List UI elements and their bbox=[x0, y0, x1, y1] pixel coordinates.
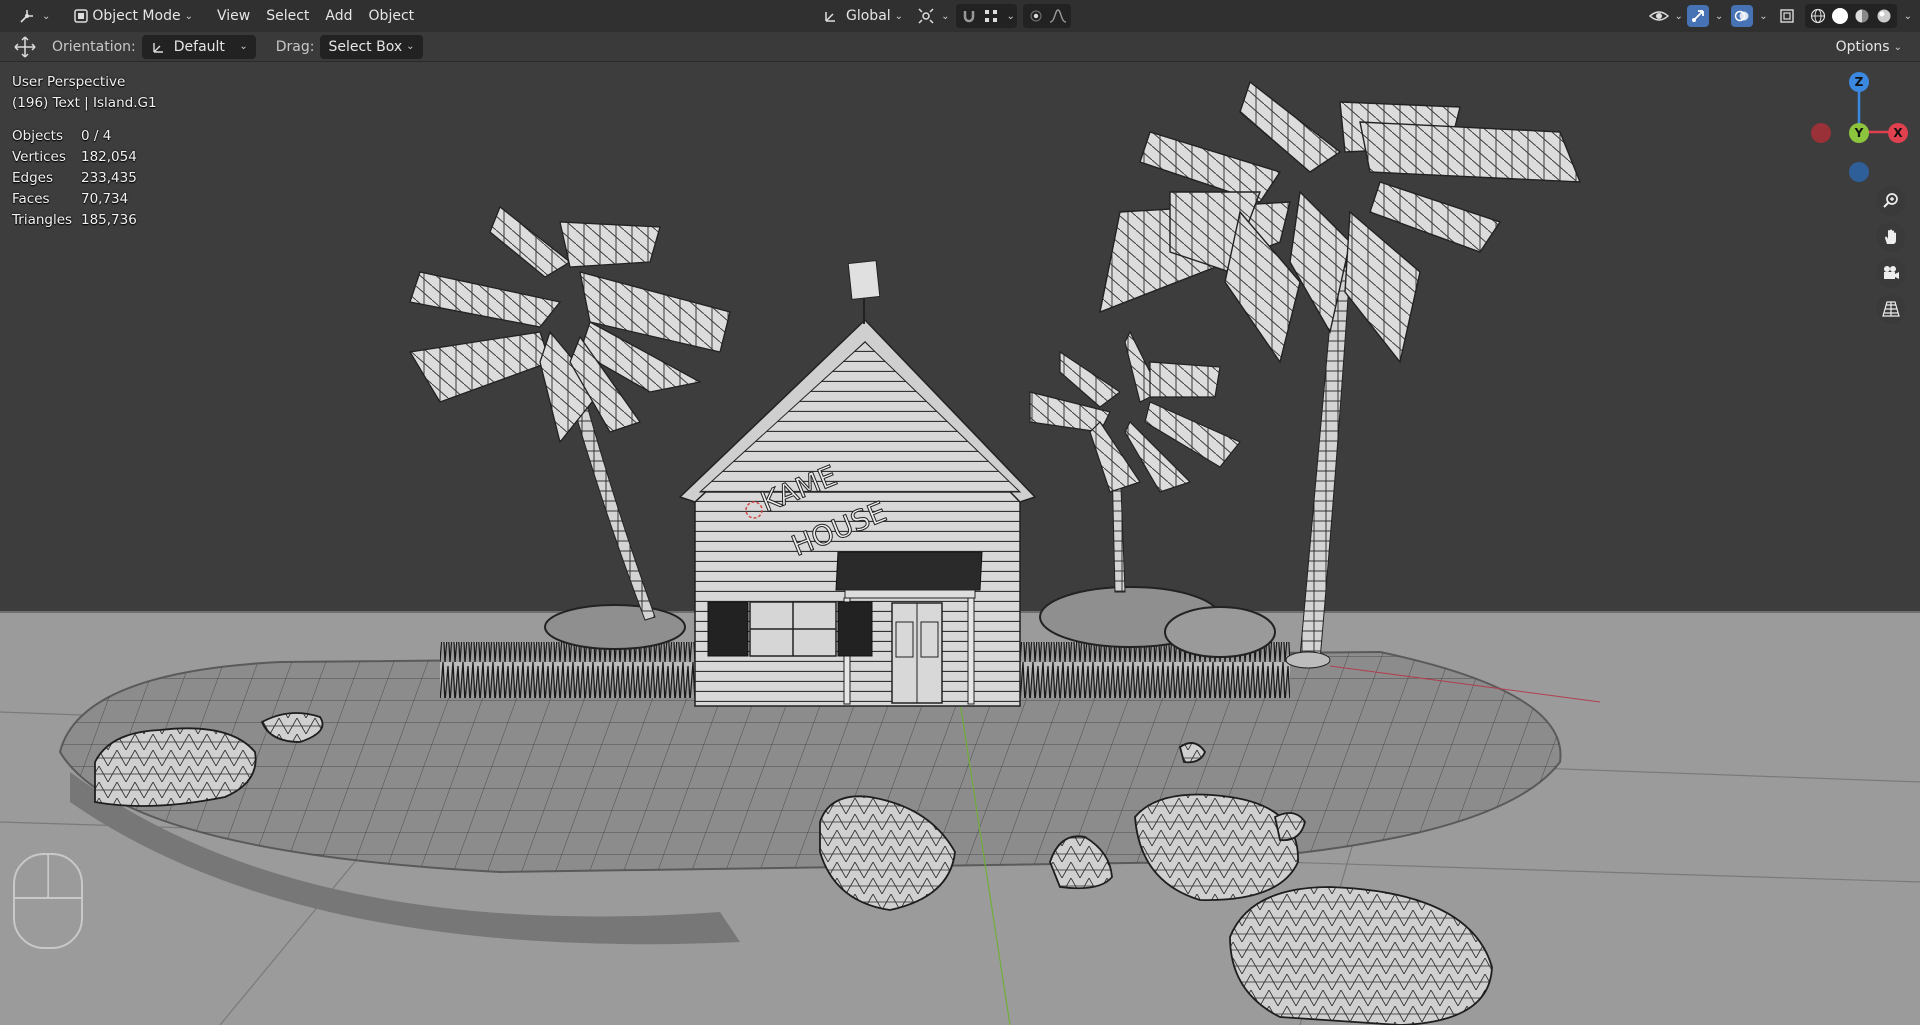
transform-orientation-label: Global bbox=[846, 8, 891, 24]
tool-settings-bar: Orientation: Default ⌄ Drag: Select Box … bbox=[0, 32, 1920, 62]
wireframe-shading-icon[interactable] bbox=[1807, 5, 1829, 27]
stat-key: Edges bbox=[12, 170, 54, 186]
stat-row: Vertices 182,054 bbox=[12, 147, 157, 168]
camera-icon[interactable] bbox=[1876, 258, 1906, 288]
blender-3d-viewport-window: ⌄ Object Mode ⌄ View Select Add Object G… bbox=[0, 0, 1920, 1025]
gizmo-neg-x-axis[interactable] bbox=[1811, 123, 1831, 143]
orientation-value: Default bbox=[173, 38, 225, 55]
chevron-down-icon[interactable]: ⌄ bbox=[1715, 11, 1723, 22]
chevron-down-icon[interactable]: ⌄ bbox=[1006, 11, 1014, 22]
grid-snap-icon[interactable] bbox=[980, 5, 1002, 27]
material-shading-icon[interactable] bbox=[1851, 5, 1873, 27]
options-dropdown[interactable]: Options ⌄ bbox=[1828, 35, 1910, 59]
chevron-down-icon[interactable]: ⌄ bbox=[1904, 11, 1912, 22]
drag-value: Select Box bbox=[328, 38, 403, 55]
overlays-icon[interactable] bbox=[1731, 5, 1754, 27]
chevron-down-icon: ⌄ bbox=[1674, 10, 1683, 22]
rendered-shading-icon[interactable] bbox=[1873, 5, 1895, 27]
snap-group: ⌄ bbox=[956, 4, 1017, 28]
options-label: Options bbox=[1835, 39, 1890, 55]
transform-orientation-icon bbox=[150, 36, 168, 58]
gizmo-z-axis[interactable]: Z bbox=[1849, 72, 1869, 92]
chevron-down-icon: ⌄ bbox=[941, 10, 950, 22]
move-tool-icon bbox=[14, 35, 36, 58]
stat-key: Objects bbox=[12, 128, 64, 144]
3d-viewport[interactable]: KAME HOUSE User Perspective (196) Text |… bbox=[0, 62, 1920, 1025]
stat-row: Faces 70,734 bbox=[12, 189, 157, 210]
orientation-dropdown[interactable]: Default ⌄ bbox=[141, 34, 256, 59]
stat-key: Triangles bbox=[12, 212, 73, 228]
proportional-edit-group bbox=[1022, 4, 1071, 28]
chevron-down-icon: ⌄ bbox=[1893, 41, 1902, 53]
pivot-point-icon bbox=[915, 5, 937, 27]
drag-label: Drag: bbox=[275, 38, 315, 55]
navigation-gizmo[interactable]: Z Y X bbox=[1800, 72, 1910, 182]
proportional-edit-icon[interactable] bbox=[1025, 5, 1047, 27]
pan-hand-icon[interactable] bbox=[1876, 222, 1906, 252]
chevron-down-icon[interactable]: ⌄ bbox=[1759, 11, 1767, 22]
stat-key: Vertices bbox=[12, 149, 66, 165]
stat-row: Triangles 185,736 bbox=[12, 210, 157, 231]
stat-row: Edges 233,435 bbox=[12, 168, 157, 189]
chevron-down-icon: ⌄ bbox=[239, 41, 248, 52]
viewport-header: ⌄ Object Mode ⌄ View Select Add Object G… bbox=[0, 0, 1920, 32]
editor-type-button[interactable]: ⌄ bbox=[10, 4, 56, 28]
chevron-down-icon: ⌄ bbox=[406, 41, 415, 52]
chevron-down-icon: ⌄ bbox=[184, 10, 193, 22]
mouse-status-icon bbox=[12, 852, 84, 950]
scene-render: KAME HOUSE bbox=[0, 62, 1920, 1025]
xray-icon[interactable] bbox=[1776, 5, 1798, 27]
gizmo-x-axis[interactable]: X bbox=[1888, 123, 1908, 143]
stat-value: 182,054 bbox=[81, 149, 137, 165]
stat-row: Objects 0 / 4 bbox=[12, 126, 157, 147]
gizmo-icon[interactable] bbox=[1686, 5, 1709, 27]
transform-orientation-dropdown[interactable]: Global ⌄ bbox=[812, 4, 911, 28]
stat-value: 233,435 bbox=[81, 170, 137, 186]
mode-dropdown[interactable]: Object Mode ⌄ bbox=[62, 4, 201, 28]
solid-shading-icon[interactable] bbox=[1831, 8, 1848, 24]
active-object-info: (196) Text | Island.G1 bbox=[12, 95, 157, 111]
eye-visibility-icon bbox=[1648, 5, 1670, 27]
mode-label: Object Mode bbox=[92, 8, 181, 24]
gizmo-y-axis[interactable]: Y bbox=[1849, 123, 1869, 143]
drag-dropdown[interactable]: Select Box ⌄ bbox=[320, 34, 423, 59]
shading-mode-group bbox=[1804, 4, 1897, 28]
menu-select[interactable]: Select bbox=[258, 4, 317, 28]
stat-value: 70,734 bbox=[81, 191, 129, 207]
menu-add[interactable]: Add bbox=[317, 4, 360, 28]
gizmo-neg-z-axis[interactable] bbox=[1849, 162, 1869, 182]
axis-editor-icon bbox=[16, 5, 38, 27]
falloff-curve-icon[interactable] bbox=[1047, 5, 1069, 27]
snap-icon[interactable] bbox=[958, 5, 980, 27]
stat-key: Faces bbox=[12, 191, 50, 207]
perspective-grid-icon[interactable] bbox=[1876, 294, 1906, 324]
viewport-info-overlay: User Perspective (196) Text | Island.G1 … bbox=[12, 72, 157, 231]
menu-object[interactable]: Object bbox=[361, 4, 423, 28]
view-name: User Perspective bbox=[12, 74, 126, 90]
menu-view[interactable]: View bbox=[209, 4, 258, 28]
transform-orientation-icon bbox=[820, 5, 842, 27]
zoom-icon[interactable] bbox=[1876, 186, 1906, 216]
chevron-down-icon: ⌄ bbox=[894, 10, 904, 22]
orientation-label: Orientation: bbox=[52, 38, 136, 55]
visibility-dropdown[interactable]: ⌄ bbox=[1644, 4, 1686, 28]
stat-value: 0 / 4 bbox=[81, 128, 112, 144]
stat-value: 185,736 bbox=[81, 212, 137, 228]
pivot-point-dropdown[interactable]: ⌄ bbox=[911, 4, 953, 28]
chevron-down-icon: ⌄ bbox=[42, 10, 51, 22]
object-mode-icon bbox=[70, 5, 92, 27]
